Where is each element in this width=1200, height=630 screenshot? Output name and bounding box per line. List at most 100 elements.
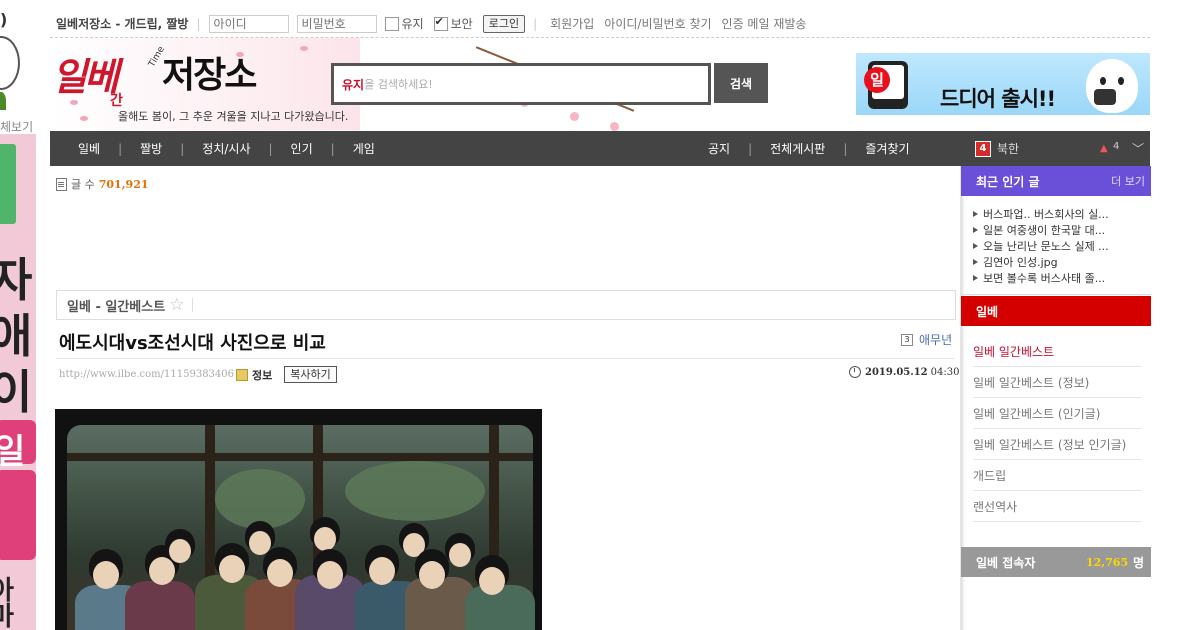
nav-divider: | — [118, 141, 123, 156]
nav-divider: | — [268, 141, 273, 156]
post-date: 2019.05.12 04:30:10 — [849, 366, 976, 378]
rank-up-arrow-icon: ▲ — [1100, 143, 1108, 154]
password-input[interactable] — [296, 14, 377, 33]
left-banner-poster[interactable]: 자 애 이 일 아 마 — [0, 134, 36, 630]
nav-item-jjalbang[interactable]: 짤방 — [140, 140, 162, 157]
popular-post-title: 보면 볼수록 버스사태 졸... — [983, 272, 1106, 285]
blossom-decoration — [570, 112, 579, 121]
search-button[interactable]: 검색 — [714, 63, 768, 103]
popular-post-title: 일본 여중생이 한국말 대... — [983, 224, 1106, 237]
nav-item-notice[interactable]: 공지 — [708, 140, 730, 157]
visitors-bar: 일베 접속자 12,765 명 — [961, 547, 1151, 577]
photo-tree — [215, 469, 305, 529]
site-logo[interactable]: 일베 간 Time 저장소 올해도 봄이, 그 추운 겨울을 지나고 다가왔습니… — [50, 38, 360, 130]
board-menu-list: 일베 일간베스트 일베 일간베스트 (정보) 일베 일간베스트 (인기글) 일베… — [973, 336, 1141, 522]
copy-url-button[interactable]: 복사하기 — [284, 366, 337, 383]
nav-right-group: 공지 | 전체게시판 | 즐겨찾기 — [708, 140, 910, 157]
left-poster-green-block — [0, 144, 16, 224]
list-item[interactable]: 김연아 인성.jpg — [973, 254, 1143, 270]
list-item[interactable]: 오늘 난리난 문노스 실제 ... — [973, 238, 1143, 254]
post-author[interactable]: 3 애무년 — [901, 331, 952, 348]
left-side-banner[interactable]: ) 체보기 자 애 이 일 아 마 — [0, 0, 36, 630]
photo-face — [419, 561, 445, 589]
author-name: 애무년 — [919, 333, 953, 347]
user-level-icon: 3 — [901, 333, 913, 346]
phone-icon: 일 — [864, 61, 908, 109]
post-url[interactable]: http://www.ilbe.com/11159383406 — [59, 369, 234, 380]
divider — [192, 298, 194, 312]
secure-login-label: 보안 — [450, 17, 473, 31]
login-button[interactable]: 로그인 — [482, 14, 526, 33]
popular-posts-list: 버스파업.. 버스회사의 실... 일본 여중생이 한국말 대... 오늘 난리… — [973, 206, 1143, 286]
petal-decoration — [80, 116, 88, 121]
divider: | — [533, 16, 538, 31]
resend-email-link[interactable]: 인증 메일 재발송 — [722, 15, 807, 32]
site-name[interactable]: 일베저장소 - 개드립, 짤방 — [56, 15, 188, 32]
banner-text: 드디어 출시!! — [940, 87, 1056, 111]
nav-item-ilbe[interactable]: 일베 — [78, 140, 100, 157]
nav-divider: | — [330, 141, 335, 156]
list-item[interactable]: 버스파업.. 버스회사의 실... — [973, 206, 1143, 222]
right-sidebar: 최근 인기 글 더 보기 버스파업.. 버스회사의 실... 일본 여중생이 한… — [960, 166, 1151, 630]
photo-beam — [67, 453, 533, 461]
divider — [56, 358, 954, 359]
nav-item-game[interactable]: 게임 — [353, 140, 375, 157]
nav-item-popular[interactable]: 인기 — [291, 140, 313, 157]
petal-decoration — [236, 52, 244, 57]
photo-face — [93, 561, 119, 589]
search-input[interactable]: 유지 을 검색하세요! — [331, 63, 711, 105]
sidebar-item-daily-best-info-popular[interactable]: 일베 일간베스트 (정보 인기글) — [973, 429, 1141, 460]
visitors-label: 일베 접속자 — [976, 555, 1036, 570]
sidebar-item-lan-history[interactable]: 랜선역사 — [973, 491, 1141, 522]
star-icon[interactable]: ☆ — [169, 295, 184, 315]
photo-face — [314, 527, 336, 551]
photo-face — [317, 561, 343, 589]
secure-login-checkbox[interactable] — [433, 15, 448, 31]
board-menu-title: 일베 — [976, 304, 999, 319]
left-banner-leaf-icon — [0, 92, 6, 110]
popular-post-title: 김연아 인성.jpg — [983, 256, 1058, 269]
post-count-value: 701,921 — [98, 177, 149, 191]
photo-tree — [345, 461, 485, 521]
list-item[interactable]: 보면 볼수록 버스사태 졸... — [973, 270, 1143, 286]
category-icon — [236, 368, 249, 381]
bullet-arrow-icon — [973, 259, 978, 265]
signup-link[interactable]: 회원가입 — [550, 15, 594, 32]
popular-posts-title: 최근 인기 글 — [976, 174, 1040, 189]
app-release-banner[interactable]: 일 드디어 출시!! — [856, 53, 1150, 115]
sidebar-item-daily-best[interactable]: 일베 일간베스트 — [973, 336, 1141, 367]
photo-face — [219, 555, 245, 583]
search-keyword: 유지 — [342, 77, 365, 92]
popular-more-link[interactable]: 더 보기 — [1111, 173, 1145, 189]
photo-face — [149, 557, 175, 585]
sidebar-item-gaedrip[interactable]: 개드립 — [973, 460, 1141, 491]
id-input[interactable] — [208, 14, 289, 33]
post-date-value: 2019.05.12 — [865, 366, 928, 378]
nk-rank-badge: 4 — [975, 140, 991, 157]
top-login-bar: 일베저장소 - 개드립, 짤방 | 유지 보안 로그인 | 회원가입 아이디/비… — [50, 10, 1150, 38]
divider — [961, 294, 1151, 295]
left-banner-view-all[interactable]: 체보기 — [0, 118, 33, 135]
visitors-count: 12,765 — [1086, 555, 1129, 569]
nav-item-favorites[interactable]: 즐겨찾기 — [865, 140, 909, 157]
nav-item-all-boards[interactable]: 전체게시판 — [770, 140, 825, 157]
logo-ilbe-text: 일베 — [52, 55, 119, 99]
keep-login-checkbox[interactable] — [384, 16, 399, 31]
board-menu-header[interactable]: 일베 — [961, 296, 1151, 326]
board-title-bar: 일베 - 일간베스트 ☆ — [56, 290, 956, 320]
divider: | — [196, 16, 201, 31]
sidebar-item-daily-best-popular[interactable]: 일베 일간베스트 (인기글) — [973, 398, 1141, 429]
logo-gan-text: 간 — [110, 93, 123, 109]
post-count-label: 글 수 — [71, 178, 95, 191]
photo-face — [267, 559, 293, 587]
sidebar-item-daily-best-info[interactable]: 일베 일간베스트 (정보) — [973, 367, 1141, 398]
board-title[interactable]: 일베 - 일간베스트 — [67, 296, 165, 315]
find-account-link[interactable]: 아이디/비밀번호 찾기 — [604, 15, 711, 32]
nav-item-north-korea[interactable]: 4 북한 — [975, 140, 1019, 157]
list-item[interactable]: 일본 여중생이 한국말 대... — [973, 222, 1143, 238]
visitors-unit: 명 — [1133, 555, 1145, 570]
post-image — [55, 409, 542, 630]
chevron-down-icon[interactable]: ﹀ — [1132, 140, 1144, 157]
nav-item-politics[interactable]: 정치/시사 — [202, 140, 250, 157]
bullet-arrow-icon — [973, 227, 978, 233]
